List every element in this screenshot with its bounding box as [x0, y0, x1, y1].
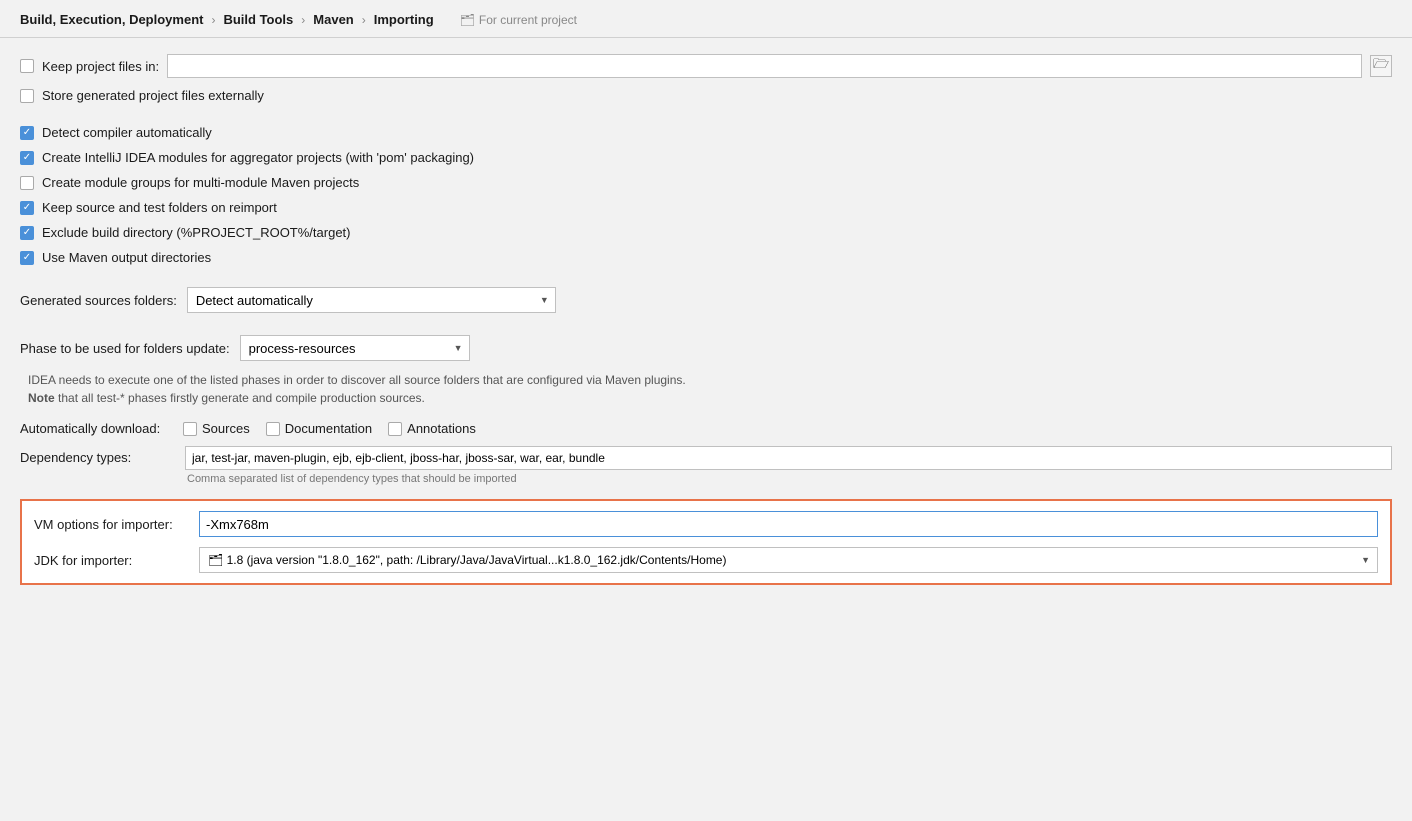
vm-options-label: VM options for importer:	[34, 517, 189, 532]
breadcrumb-sep-2: ›	[301, 13, 305, 27]
keep-project-row: Keep project files in: 🗁	[20, 54, 1392, 78]
breadcrumb-sep-3: ›	[362, 13, 366, 27]
note-block: IDEA needs to execute one of the listed …	[24, 371, 1392, 407]
breadcrumb-bar: Build, Execution, Deployment › Build Too…	[0, 0, 1412, 38]
use-maven-output-checkbox[interactable]	[20, 251, 34, 265]
sources-label: Sources	[202, 421, 250, 436]
dep-types-label: Dependency types:	[20, 446, 175, 465]
jdk-importer-select[interactable]: 🗂 1.8 (java version "1.8.0_162", path: /…	[199, 547, 1378, 573]
breadcrumb-sep-1: ›	[211, 13, 215, 27]
keep-project-checkbox[interactable]	[20, 59, 34, 73]
jdk-importer-row: JDK for importer: 🗂 1.8 (java version "1…	[34, 547, 1378, 573]
phase-update-row: Phase to be used for folders update: pro…	[20, 335, 1392, 361]
jdk-select-wrapper: 🗂 1.8 (java version "1.8.0_162", path: /…	[199, 547, 1378, 573]
use-maven-output-row: Use Maven output directories	[20, 250, 1392, 265]
store-generated-checkbox[interactable]	[20, 89, 34, 103]
detect-compiler-row: Detect compiler automatically	[20, 125, 1392, 140]
keep-project-input[interactable]	[167, 54, 1362, 78]
detect-compiler-checkbox[interactable]	[20, 126, 34, 140]
exclude-build-label: Exclude build directory (%PROJECT_ROOT%/…	[42, 225, 350, 240]
note-bold: Note	[28, 391, 55, 405]
auto-download-checkbox-group: Sources Documentation Annotations	[183, 421, 476, 436]
phase-update-label: Phase to be used for folders update:	[20, 341, 230, 356]
keep-project-label: Keep project files in:	[42, 59, 159, 74]
vm-options-row: VM options for importer:	[34, 511, 1378, 537]
exclude-build-row: Exclude build directory (%PROJECT_ROOT%/…	[20, 225, 1392, 240]
annotations-checkbox-item: Annotations	[388, 421, 476, 436]
annotations-label: Annotations	[407, 421, 476, 436]
store-generated-label: Store generated project files externally	[42, 88, 264, 103]
documentation-checkbox-item: Documentation	[266, 421, 372, 436]
generated-sources-label: Generated sources folders:	[20, 293, 177, 308]
create-modules-label: Create IntelliJ IDEA modules for aggrega…	[42, 150, 474, 165]
breadcrumb-current: Importing	[374, 12, 434, 27]
generated-sources-row: Generated sources folders: Detect automa…	[20, 287, 1392, 313]
phase-update-select[interactable]: process-resources generate-sources gener…	[240, 335, 470, 361]
create-modules-checkbox[interactable]	[20, 151, 34, 165]
create-module-groups-row: Create module groups for multi-module Ma…	[20, 175, 1392, 190]
folder-browse-button[interactable]: 🗁	[1370, 55, 1392, 77]
store-generated-row: Store generated project files externally	[20, 88, 1392, 103]
exclude-build-checkbox[interactable]	[20, 226, 34, 240]
auto-download-label: Automatically download:	[20, 421, 175, 436]
breadcrumb-part-3: Maven	[313, 12, 353, 27]
note-line2-text: that all test-* phases firstly generate …	[55, 391, 425, 405]
documentation-label: Documentation	[285, 421, 372, 436]
sources-checkbox[interactable]	[183, 422, 197, 436]
dep-types-col: Comma separated list of dependency types…	[185, 446, 1392, 485]
auto-download-row: Automatically download: Sources Document…	[20, 421, 1392, 436]
sources-checkbox-item: Sources	[183, 421, 250, 436]
dep-types-row: Dependency types: Comma separated list o…	[20, 446, 1392, 485]
jdk-importer-label: JDK for importer:	[34, 553, 189, 568]
breadcrumb-part-2: Build Tools	[223, 12, 293, 27]
documentation-checkbox[interactable]	[266, 422, 280, 436]
create-module-groups-label: Create module groups for multi-module Ma…	[42, 175, 359, 190]
settings-page: Build, Execution, Deployment › Build Too…	[0, 0, 1412, 821]
keep-source-row: Keep source and test folders on reimport	[20, 200, 1392, 215]
vm-options-box: VM options for importer: JDK for importe…	[20, 499, 1392, 585]
create-module-groups-checkbox[interactable]	[20, 176, 34, 190]
note-line2: Note that all test-* phases firstly gene…	[24, 389, 1392, 407]
scope-icon: 🗂	[460, 13, 475, 27]
vm-options-input[interactable]	[199, 511, 1378, 537]
detect-compiler-label: Detect compiler automatically	[42, 125, 212, 140]
dep-types-hint: Comma separated list of dependency types…	[185, 473, 1392, 485]
annotations-checkbox[interactable]	[388, 422, 402, 436]
generated-sources-select-wrapper: Detect automatically Each generated sour…	[187, 287, 556, 313]
breadcrumb-part-1: Build, Execution, Deployment	[20, 12, 203, 27]
note-line1: IDEA needs to execute one of the listed …	[24, 371, 1392, 389]
settings-content: Keep project files in: 🗁 Store generated…	[0, 38, 1412, 605]
keep-source-checkbox[interactable]	[20, 201, 34, 215]
dep-types-input[interactable]	[185, 446, 1392, 470]
generated-sources-select[interactable]: Detect automatically Each generated sour…	[187, 287, 556, 313]
phase-update-select-wrapper: process-resources generate-sources gener…	[240, 335, 470, 361]
create-modules-row: Create IntelliJ IDEA modules for aggrega…	[20, 150, 1392, 165]
breadcrumb-scope: 🗂 For current project	[460, 13, 577, 27]
use-maven-output-label: Use Maven output directories	[42, 250, 211, 265]
scope-label: For current project	[479, 13, 577, 27]
keep-source-label: Keep source and test folders on reimport	[42, 200, 277, 215]
